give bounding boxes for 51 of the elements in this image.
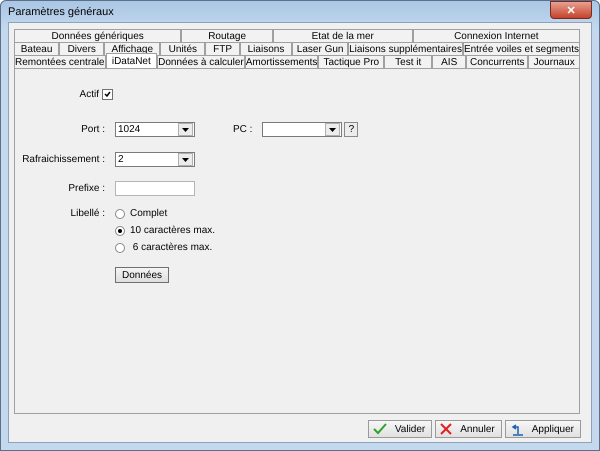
tab[interactable]: Concurrents [466, 55, 528, 68]
dropdown-arrow-icon [182, 158, 189, 162]
window-title: Paramètres généraux [8, 6, 114, 18]
footer-button[interactable]: Appliquer [504, 420, 581, 438]
tab[interactable]: Test it [384, 55, 432, 68]
checkbox[interactable] [102, 89, 113, 100]
footer-button[interactable]: Valider [368, 420, 432, 438]
tab[interactable]: Tactique Pro [318, 55, 384, 68]
tab[interactable]: Données génériques [14, 29, 182, 42]
radio-button[interactable] [115, 208, 125, 218]
tab[interactable]: iDataNet [106, 53, 158, 68]
tab[interactable]: Unités [160, 42, 206, 55]
checkmark-icon [104, 91, 111, 98]
tab[interactable]: Amortissements [244, 55, 318, 68]
tab[interactable]: Journaux [528, 55, 580, 68]
help-button[interactable]: ? [344, 122, 358, 137]
dropdown-field[interactable]: 1024 [115, 122, 195, 137]
radio-label: 10 caractères max. [130, 225, 216, 236]
radio-button[interactable] [115, 242, 125, 252]
tab[interactable]: Entrée voiles et segments [462, 42, 580, 55]
radio-label: Complet [130, 208, 168, 219]
radio-label: 6 caractères max. [132, 242, 212, 253]
field-label: Rafraichissement : [22, 154, 106, 165]
dropdown-arrow-icon [329, 128, 336, 132]
dropdown-arrow-icon [182, 128, 189, 132]
tab[interactable]: Connexion Internet [412, 29, 580, 42]
tab[interactable]: AIS [432, 55, 466, 68]
dropdown-field[interactable] [262, 122, 342, 137]
field-label: Actif [80, 89, 99, 100]
field-label: Prefixe : [68, 183, 106, 194]
cross-icon [440, 423, 452, 435]
dropdown-field[interactable]: 2 [115, 152, 195, 167]
radio-button[interactable] [115, 226, 125, 236]
tab[interactable]: Données à calculer [157, 55, 245, 68]
tab[interactable]: Etat de la mer [272, 29, 413, 42]
tab[interactable]: Liaisons supplémentaires [348, 42, 463, 55]
tab[interactable]: Routage [181, 29, 273, 42]
tab[interactable]: FTP [205, 42, 240, 55]
tab[interactable]: Remontées centrale [14, 55, 106, 68]
footer-button[interactable]: Annuler [435, 420, 502, 438]
field-label: Libellé : [70, 208, 106, 219]
tab[interactable]: Liaisons [240, 42, 292, 55]
tab[interactable]: Laser Gun [292, 42, 348, 55]
field-label: PC : [233, 124, 252, 135]
tab[interactable]: Divers [59, 42, 104, 55]
apply-arrow-icon [510, 422, 524, 436]
data-button[interactable]: Données [115, 267, 169, 283]
field-label: Port : [81, 124, 106, 135]
tab[interactable]: Bateau [14, 42, 60, 55]
prefix-input[interactable] [115, 181, 195, 196]
checkmark-icon [372, 423, 387, 435]
